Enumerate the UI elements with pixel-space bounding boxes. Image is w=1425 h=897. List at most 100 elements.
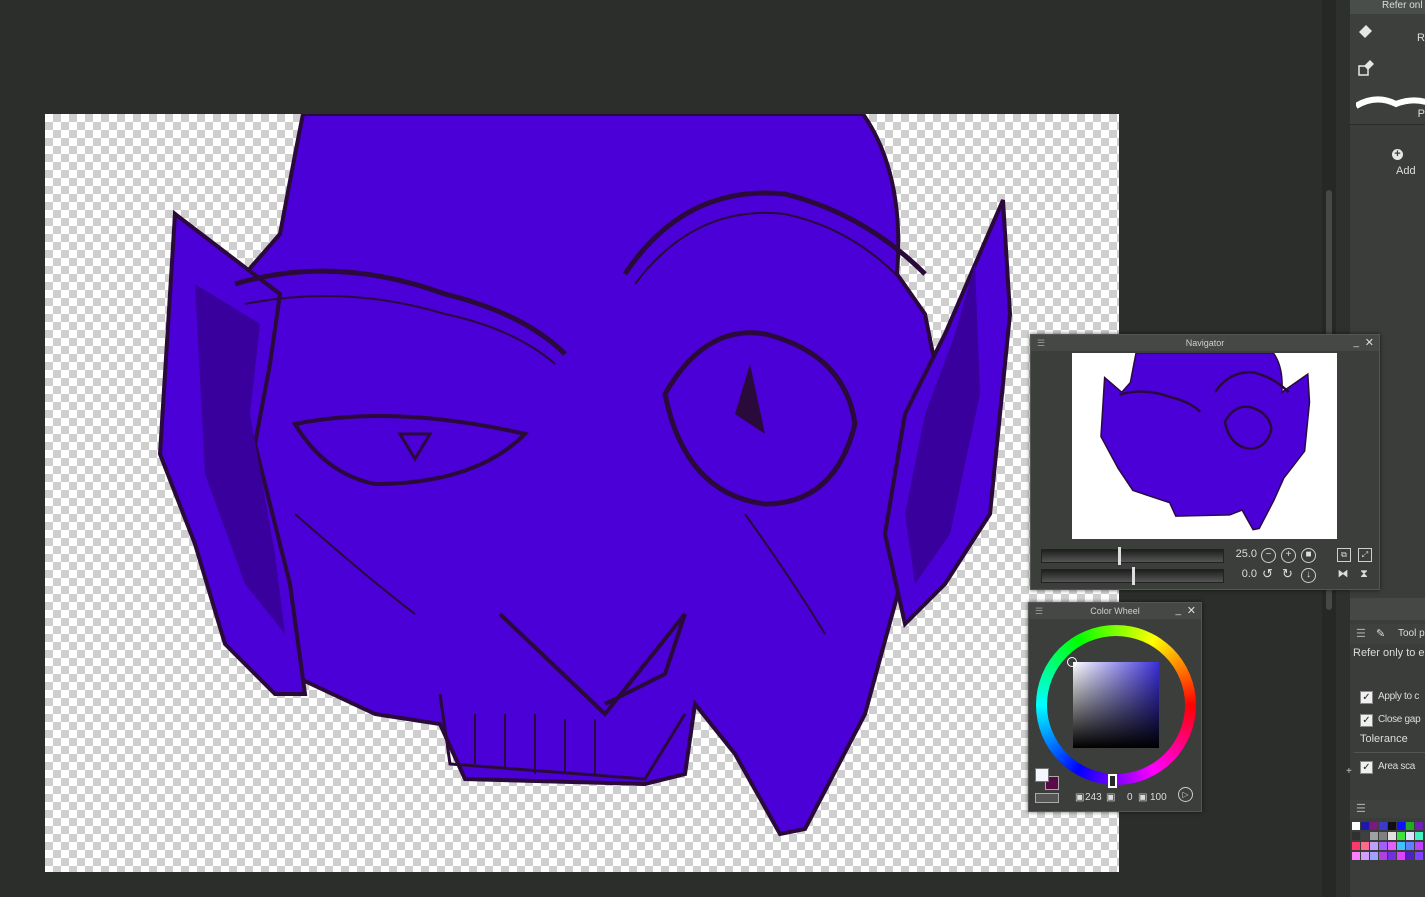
palette-swatch[interactable] — [1415, 852, 1423, 860]
palette-swatch[interactable] — [1379, 852, 1387, 860]
palette-swatch[interactable] — [1397, 822, 1405, 830]
saturation-value: 0 — [1127, 792, 1133, 803]
transparent-color-swatch[interactable] — [1035, 793, 1059, 803]
close-icon[interactable]: ✕ — [1187, 603, 1196, 619]
expand-icon[interactable]: + — [1346, 766, 1352, 777]
menu-icon[interactable]: ☰ — [1037, 335, 1045, 351]
navigator-thumbnail — [1100, 353, 1311, 531]
palette-swatch[interactable] — [1388, 842, 1396, 850]
palette-swatch[interactable] — [1370, 852, 1378, 860]
close-gap-checkbox-row[interactable]: ✓ Close gap — [1352, 711, 1425, 731]
color-palette[interactable] — [1352, 822, 1425, 897]
sub-tool-fill[interactable]: R — [1350, 14, 1425, 51]
palette-swatch[interactable] — [1361, 842, 1369, 850]
palette-swatch[interactable] — [1370, 822, 1378, 830]
pencil-icon: ✎ — [1376, 628, 1386, 640]
close-gap-checkbox[interactable]: ✓ — [1360, 714, 1373, 727]
refer-only-text: Refer only to ed — [1353, 647, 1425, 659]
tool-property-tab[interactable]: ☰ ✎ Tool p — [1350, 624, 1425, 644]
sub-tool-brush[interactable]: P — [1350, 86, 1425, 125]
palette-swatch[interactable] — [1352, 842, 1360, 850]
zoom-slider[interactable] — [1041, 547, 1224, 565]
minus-circle-icon[interactable]: − — [1261, 548, 1276, 563]
saturation-value-square[interactable] — [1073, 662, 1159, 748]
drawing-canvas[interactable] — [45, 114, 1119, 872]
palette-swatch[interactable] — [1397, 852, 1405, 860]
menu-icon[interactable]: ☰ — [1035, 603, 1043, 619]
palette-swatch[interactable] — [1406, 842, 1414, 850]
hue-cursor[interactable] — [1108, 774, 1117, 788]
navigator-title-bar[interactable]: ☰ Navigator _ ✕ — [1031, 335, 1379, 351]
hue-value: 243 — [1085, 792, 1102, 803]
apply-to-checkbox-row[interactable]: ✓ Apply to c — [1352, 688, 1425, 708]
layer-reference-icon — [1356, 58, 1376, 78]
navigator-panel: ☰ Navigator _ ✕ 25.0 − + ■ ⧉ ⤢ 0.0 ↺ ↻ ↓… — [1030, 334, 1380, 590]
palette-swatch[interactable] — [1352, 822, 1360, 830]
palette-swatch[interactable] — [1361, 832, 1369, 840]
close-icon[interactable]: ✕ — [1365, 335, 1374, 351]
palette-swatch[interactable] — [1361, 852, 1369, 860]
palette-swatch[interactable] — [1361, 822, 1369, 830]
menu-icon: ☰ — [1356, 628, 1366, 640]
color-mode-toggle-icon[interactable]: ▷ — [1178, 787, 1193, 802]
palette-swatch[interactable] — [1388, 832, 1396, 840]
reset-rotation-icon[interactable]: ↓ — [1301, 568, 1316, 583]
color-wheel-panel: ☰ Color Wheel _ ✕ ▣ 243 ▣ 0 ▣ 100 ▷ — [1028, 602, 1202, 812]
palette-swatch[interactable] — [1397, 832, 1405, 840]
palette-swatch[interactable] — [1415, 832, 1423, 840]
rotation-slider-knob[interactable] — [1132, 567, 1135, 585]
sub-tool-refer-layer[interactable] — [1350, 50, 1425, 87]
color-wheel-title-bar[interactable]: ☰ Color Wheel _ ✕ — [1029, 603, 1201, 619]
area-scale-checkbox[interactable]: ✓ — [1360, 761, 1373, 774]
color-picker-cursor[interactable] — [1067, 657, 1077, 667]
area-scale-checkbox-row[interactable]: + ✓ Area sca — [1346, 758, 1425, 778]
plus-circle-icon[interactable]: + — [1281, 548, 1296, 563]
brush-stroke-icon — [1354, 94, 1425, 114]
fit-circle-icon[interactable]: ■ — [1301, 548, 1316, 563]
menu-icon: ☰ — [1356, 803, 1366, 815]
main-color-swatch[interactable] — [1035, 768, 1049, 782]
plus-circle-icon: + — [1392, 149, 1403, 160]
palette-swatch[interactable] — [1379, 832, 1387, 840]
actual-size-icon[interactable]: ⧉ — [1337, 548, 1351, 562]
zoom-slider-knob[interactable] — [1118, 547, 1121, 565]
panel-header-bar — [1350, 598, 1425, 620]
navigator-preview[interactable] — [1072, 353, 1337, 539]
sub-tool-label: Refer onl — [1382, 0, 1423, 11]
palette-swatch[interactable] — [1415, 842, 1423, 850]
palette-swatch[interactable] — [1406, 822, 1414, 830]
palette-swatch[interactable] — [1370, 842, 1378, 850]
palette-swatch[interactable] — [1397, 842, 1405, 850]
apply-label: Apply to c — [1378, 691, 1419, 702]
paint-bucket-icon — [1356, 22, 1376, 42]
flip-vertical-icon[interactable]: ⧗ — [1358, 568, 1370, 580]
zoom-value: 25.0 — [1235, 548, 1257, 560]
fit-window-icon[interactable]: ⤢ — [1358, 548, 1372, 562]
value-box-icon: ▣ — [1138, 792, 1148, 803]
palette-swatch[interactable] — [1406, 832, 1414, 840]
add-sub-tool-button[interactable]: + Add — [1392, 144, 1425, 180]
sub-tool-refer-only[interactable]: Refer onl — [1350, 0, 1425, 15]
rotation-slider[interactable] — [1041, 567, 1224, 585]
palette-swatch[interactable] — [1370, 832, 1378, 840]
rotation-value: 0.0 — [1241, 568, 1257, 580]
hue-box-icon: ▣ — [1075, 792, 1085, 803]
rotate-right-icon[interactable]: ↻ — [1281, 567, 1294, 581]
palette-tab-bar[interactable]: ☰ — [1350, 800, 1425, 818]
rotate-left-icon[interactable]: ↺ — [1261, 567, 1274, 581]
palette-swatch[interactable] — [1415, 822, 1423, 830]
palette-swatch[interactable] — [1352, 832, 1360, 840]
palette-swatch[interactable] — [1388, 852, 1396, 860]
navigator-title: Navigator — [1185, 338, 1225, 348]
palette-swatch[interactable] — [1388, 822, 1396, 830]
palette-swatch[interactable] — [1406, 852, 1414, 860]
palette-swatch[interactable] — [1379, 842, 1387, 850]
palette-swatch[interactable] — [1352, 852, 1360, 860]
close-gap-label: Close gap — [1378, 714, 1421, 725]
palette-swatch[interactable] — [1379, 822, 1387, 830]
flip-horizontal-icon[interactable]: ⧓ — [1337, 568, 1349, 580]
apply-checkbox[interactable]: ✓ — [1360, 691, 1373, 704]
tolerance-label: Tolerance — [1360, 733, 1408, 745]
minimize-icon[interactable]: _ — [1175, 603, 1181, 619]
minimize-icon[interactable]: _ — [1353, 335, 1359, 351]
